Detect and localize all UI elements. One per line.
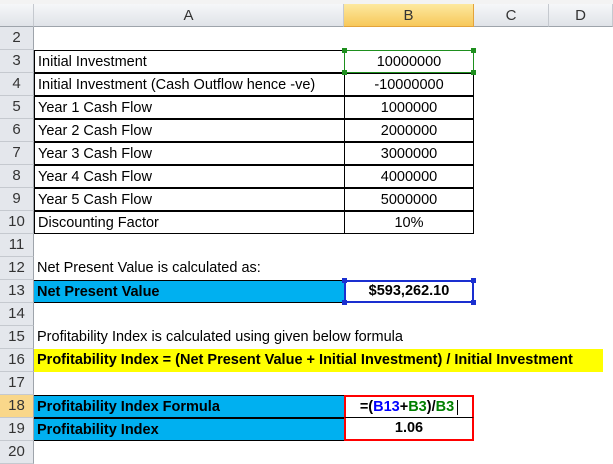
row-header-12[interactable]: 12: [0, 257, 34, 280]
formula-text: =(B13+B3)/B3: [359, 399, 455, 415]
row-header-13[interactable]: 13: [0, 280, 34, 303]
cell-a13[interactable]: Net Present Value: [34, 280, 344, 303]
cell-a15[interactable]: Profitability Index is calculated using …: [34, 326, 594, 349]
cell-a5[interactable]: Year 1 Cash Flow: [34, 96, 345, 119]
select-all-corner[interactable]: [0, 4, 34, 27]
cell-b4[interactable]: -10000000: [344, 73, 474, 96]
cell-a4[interactable]: Initial Investment (Cash Outflow hence -…: [34, 73, 345, 96]
selection-handle[interactable]: [471, 300, 476, 305]
row-header-2[interactable]: 2: [0, 27, 34, 50]
cell-a7[interactable]: Year 3 Cash Flow: [34, 142, 345, 165]
cell-a18[interactable]: Profitability Index Formula: [34, 395, 344, 418]
row-header-6[interactable]: 6: [0, 119, 34, 142]
row-header-14[interactable]: 14: [0, 303, 34, 326]
row-header-15[interactable]: 15: [0, 326, 34, 349]
selection-handle[interactable]: [471, 278, 476, 283]
column-header-a[interactable]: A: [34, 4, 344, 27]
row-header-7[interactable]: 7: [0, 142, 34, 165]
row-header-16[interactable]: 16: [0, 349, 34, 372]
cell-b19[interactable]: 1.06: [344, 418, 474, 441]
cell-a3[interactable]: Initial Investment: [34, 50, 345, 73]
cell-b3[interactable]: 10000000: [344, 50, 474, 73]
row-header-4[interactable]: 4: [0, 73, 34, 96]
cell-a9[interactable]: Year 5 Cash Flow: [34, 188, 345, 211]
cell-b5[interactable]: 1000000: [344, 96, 474, 119]
cell-a8[interactable]: Year 4 Cash Flow: [34, 165, 345, 188]
cell-a19[interactable]: Profitability Index: [34, 418, 344, 441]
cell-a12[interactable]: Net Present Value is calculated as:: [34, 257, 594, 280]
cell-b9[interactable]: 5000000: [344, 188, 474, 211]
cell-a10[interactable]: Discounting Factor: [34, 211, 345, 234]
cell-b13[interactable]: $593,262.10: [344, 280, 474, 303]
selection-handle[interactable]: [342, 48, 347, 53]
row-header-3[interactable]: 3: [0, 50, 34, 73]
cell-b18[interactable]: =(B13+B3)/B3: [344, 395, 474, 418]
row-header-19[interactable]: 19: [0, 418, 34, 441]
row-header-20[interactable]: 20: [0, 441, 34, 464]
cell-b8[interactable]: 4000000: [344, 165, 474, 188]
column-header-d[interactable]: D: [549, 4, 613, 27]
row-header-10[interactable]: 10: [0, 211, 34, 234]
row-header-18[interactable]: 18: [0, 395, 34, 418]
cell-a16[interactable]: Profitability Index = (Net Present Value…: [34, 349, 603, 372]
selection-handle[interactable]: [471, 70, 476, 75]
text-cursor: [457, 399, 459, 415]
selection-handle[interactable]: [342, 278, 347, 283]
selection-handle[interactable]: [471, 48, 476, 53]
selection-handle[interactable]: [342, 300, 347, 305]
row-header-5[interactable]: 5: [0, 96, 34, 119]
column-header-c[interactable]: C: [474, 4, 549, 27]
cell-b7[interactable]: 3000000: [344, 142, 474, 165]
selection-handle[interactable]: [342, 70, 347, 75]
cell-b10[interactable]: 10%: [344, 211, 474, 234]
cell-b6[interactable]: 2000000: [344, 119, 474, 142]
cell-a6[interactable]: Year 2 Cash Flow: [34, 119, 345, 142]
row-header-11[interactable]: 11: [0, 234, 34, 257]
row-header-17[interactable]: 17: [0, 372, 34, 395]
column-header-b[interactable]: B: [344, 4, 474, 27]
row-header-9[interactable]: 9: [0, 188, 34, 211]
row-header-8[interactable]: 8: [0, 165, 34, 188]
